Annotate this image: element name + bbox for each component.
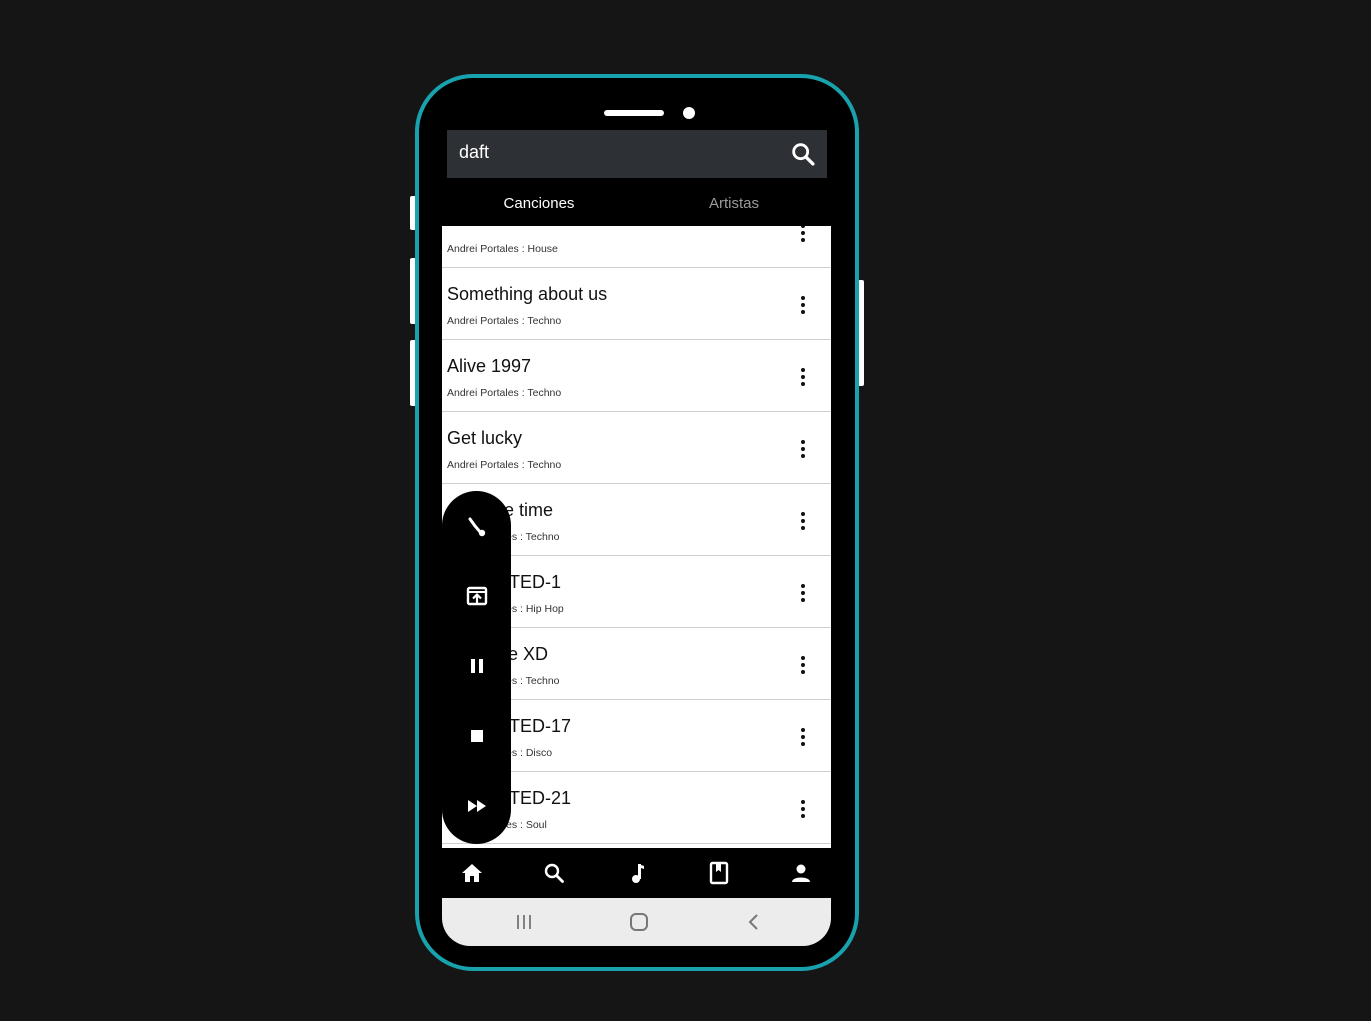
stop-icon[interactable] xyxy=(462,721,492,751)
tab-bar: Canciones Artistas xyxy=(442,182,831,226)
tab-artistas[interactable]: Artistas xyxy=(637,182,831,226)
song-subtitle: Andrei Portales : Techno xyxy=(447,387,562,399)
more-vert-icon[interactable] xyxy=(794,510,812,532)
song-title: TED-17 xyxy=(509,716,572,736)
song-subtitle: Andrei Portales : House xyxy=(447,243,558,255)
fast-forward-icon[interactable] xyxy=(462,791,492,821)
song-title: Get lucky xyxy=(447,428,523,448)
earpiece-speaker xyxy=(604,110,664,116)
pause-icon[interactable] xyxy=(462,651,492,681)
song-subtitle: es : Disco xyxy=(506,747,553,759)
song-title: Alive 1997 xyxy=(447,356,532,376)
bottom-navigation xyxy=(442,848,831,898)
more-vert-icon[interactable] xyxy=(794,726,812,748)
tab-canciones[interactable]: Canciones xyxy=(442,182,636,226)
more-vert-icon[interactable] xyxy=(794,294,812,316)
more-vert-icon[interactable] xyxy=(794,582,812,604)
app-screen: daft Canciones Artistas Andrei Portales … xyxy=(442,100,831,946)
song-subtitle: es : Techno xyxy=(506,675,560,687)
home-circle-icon[interactable] xyxy=(627,910,651,934)
system-navigation-bar xyxy=(442,898,831,946)
more-vert-icon[interactable] xyxy=(794,798,812,820)
more-vert-icon[interactable] xyxy=(794,438,812,460)
more-vert-icon[interactable] xyxy=(794,654,812,676)
list-item[interactable]: Andrei Portales : House xyxy=(442,226,831,268)
open-player-icon[interactable] xyxy=(462,581,492,611)
home-icon[interactable] xyxy=(459,860,485,886)
song-title: TED-1 xyxy=(509,572,562,592)
floating-player-controls xyxy=(442,491,511,844)
list-item[interactable]: Something about us Andrei Portales : Tec… xyxy=(442,268,831,340)
search-input[interactable]: daft xyxy=(459,142,489,163)
music-note-icon[interactable] xyxy=(624,860,650,886)
library-icon[interactable] xyxy=(706,860,732,886)
recents-icon[interactable] xyxy=(512,910,536,934)
profile-icon[interactable] xyxy=(788,860,814,886)
back-icon[interactable] xyxy=(742,910,766,934)
more-vert-icon[interactable] xyxy=(794,366,812,388)
song-title: TED-21 xyxy=(509,788,572,808)
song-subtitle: es : Soul xyxy=(506,819,547,831)
search-icon[interactable] xyxy=(541,860,567,886)
song-subtitle: es : Hip Hop xyxy=(506,603,564,615)
front-camera xyxy=(683,107,695,119)
list-item[interactable]: Alive 1997 Andrei Portales : Techno xyxy=(442,340,831,412)
more-vert-icon[interactable] xyxy=(794,226,812,244)
search-bar[interactable]: daft xyxy=(447,130,827,178)
song-subtitle: Andrei Portales : Techno xyxy=(447,459,562,471)
shuffle-icon[interactable] xyxy=(462,511,492,541)
song-title: Something about us xyxy=(447,284,608,304)
song-title: e XD xyxy=(508,644,549,664)
song-subtitle: Andrei Portales : Techno xyxy=(447,315,562,327)
search-icon[interactable] xyxy=(789,140,817,168)
song-subtitle: es : Techno xyxy=(506,531,560,543)
list-item[interactable]: Get lucky Andrei Portales : Techno xyxy=(442,412,831,484)
